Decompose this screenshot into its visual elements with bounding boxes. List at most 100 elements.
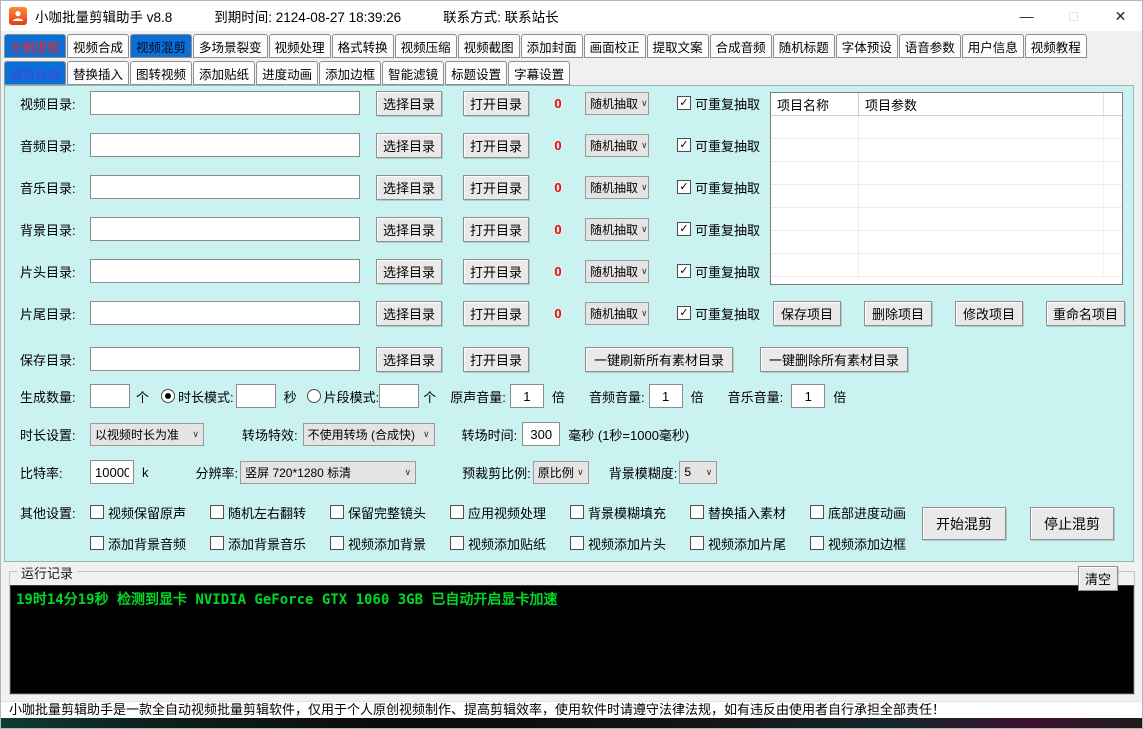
extract-mode-dropdown[interactable]: 随机抽取 ∨ <box>585 218 649 241</box>
other-setting-checkbox[interactable]: 视频添加片头 <box>570 534 690 553</box>
tab-row1-1[interactable]: 视频合成 <box>67 34 129 58</box>
extract-mode-dropdown[interactable]: 随机抽取 ∨ <box>585 302 649 325</box>
project-action-button-1[interactable]: 删除项目 <box>864 301 932 326</box>
other-setting-checkbox[interactable]: 视频添加片尾 <box>690 534 810 553</box>
select-directory-button[interactable]: 选择目录 <box>376 217 442 242</box>
directory-path-input[interactable] <box>90 301 360 325</box>
directory-path-input[interactable] <box>90 259 360 283</box>
select-directory-button[interactable]: 选择目录 <box>376 301 442 326</box>
bitrate-input[interactable] <box>90 460 134 484</box>
other-setting-checkbox[interactable]: 视频添加边框 <box>810 534 930 553</box>
project-table-row[interactable] <box>771 208 1122 231</box>
select-directory-button[interactable]: 选择目录 <box>376 91 442 116</box>
transition-dropdown[interactable]: 不使用转场 (合成快) ∨ <box>303 423 435 446</box>
directory-path-input[interactable] <box>90 175 360 199</box>
other-setting-checkbox[interactable]: 替换插入素材 <box>690 503 810 522</box>
tab-row2-8[interactable]: 字幕设置 <box>508 61 570 85</box>
tab-row1-4[interactable]: 视频处理 <box>269 34 331 58</box>
tab-row1-12[interactable]: 随机标题 <box>773 34 835 58</box>
tab-row2-0[interactable]: 混剪合成 <box>4 61 66 85</box>
select-directory-button[interactable]: 选择目录 <box>376 175 442 200</box>
stop-mix-button[interactable]: 停止混剪 <box>1030 507 1114 540</box>
tab-row1-15[interactable]: 用户信息 <box>962 34 1024 58</box>
tab-row1-0[interactable]: 分割提取 <box>4 34 66 58</box>
other-setting-checkbox[interactable]: 视频添加背景 <box>330 534 450 553</box>
open-directory-button[interactable]: 打开目录 <box>463 259 529 284</box>
tab-row1-13[interactable]: 字体预设 <box>836 34 898 58</box>
tab-row1-2[interactable]: 视频混剪 <box>130 34 192 58</box>
tab-row1-7[interactable]: 视频截图 <box>458 34 520 58</box>
other-setting-checkbox[interactable]: 保留完整镜头 <box>330 503 450 522</box>
other-setting-checkbox[interactable]: 底部进度动画 <box>810 503 930 522</box>
duration-seconds-input[interactable] <box>236 384 276 408</box>
project-table-row[interactable] <box>771 139 1122 162</box>
open-directory-button[interactable]: 打开目录 <box>463 301 529 326</box>
open-directory-button[interactable]: 打开目录 <box>463 91 529 116</box>
tab-row2-1[interactable]: 替换插入 <box>67 61 129 85</box>
allow-duplicate-checkbox[interactable]: ✓ 可重复抽取 <box>677 304 760 323</box>
select-directory-button[interactable]: 选择目录 <box>376 259 442 284</box>
tab-row1-14[interactable]: 语音参数 <box>899 34 961 58</box>
project-table-row[interactable] <box>771 116 1122 139</box>
clear-log-button[interactable]: 清空 <box>1078 566 1118 591</box>
allow-duplicate-checkbox[interactable]: ✓ 可重复抽取 <box>677 262 760 281</box>
other-setting-checkbox[interactable]: 添加背景音乐 <box>210 534 330 553</box>
duration-mode-dropdown[interactable]: 以视频时长为准 ∨ <box>90 423 204 446</box>
directory-path-input[interactable] <box>90 217 360 241</box>
audio-volume-input[interactable] <box>649 384 683 408</box>
project-action-button-3[interactable]: 重命名项目 <box>1046 301 1125 326</box>
tab-row1-3[interactable]: 多场景裂变 <box>193 34 268 58</box>
tab-row2-5[interactable]: 添加边框 <box>319 61 381 85</box>
select-save-directory-button[interactable]: 选择目录 <box>376 347 442 372</box>
tab-row2-6[interactable]: 智能滤镜 <box>382 61 444 85</box>
save-directory-input[interactable] <box>90 347 360 371</box>
minimize-button[interactable]: — <box>1003 1 1050 31</box>
project-table-row[interactable] <box>771 254 1122 277</box>
extract-mode-dropdown[interactable]: 随机抽取 ∨ <box>585 92 649 115</box>
tab-row2-3[interactable]: 添加贴纸 <box>193 61 255 85</box>
tab-row2-4[interactable]: 进度动画 <box>256 61 318 85</box>
project-action-button-2[interactable]: 修改项目 <box>955 301 1023 326</box>
precut-ratio-dropdown[interactable]: 原比例 ∨ <box>533 461 589 484</box>
other-setting-checkbox[interactable]: 添加背景音频 <box>90 534 210 553</box>
start-mix-button[interactable]: 开始混剪 <box>922 507 1006 540</box>
directory-path-input[interactable] <box>90 91 360 115</box>
tab-row1-9[interactable]: 画面校正 <box>584 34 646 58</box>
open-directory-button[interactable]: 打开目录 <box>463 217 529 242</box>
segment-count-input[interactable] <box>379 384 419 408</box>
other-setting-checkbox[interactable]: 背景模糊填充 <box>570 503 690 522</box>
project-table-row[interactable] <box>771 162 1122 185</box>
segment-mode-radio[interactable] <box>307 389 321 403</box>
contact-label[interactable]: 联系方式: 联系站长 <box>443 6 559 26</box>
refresh-all-materials-button[interactable]: 一键刷新所有素材目录 <box>585 347 733 372</box>
tab-row1-5[interactable]: 格式转换 <box>332 34 394 58</box>
open-save-directory-button[interactable]: 打开目录 <box>463 347 529 372</box>
allow-duplicate-checkbox[interactable]: ✓ 可重复抽取 <box>677 220 760 239</box>
project-action-button-0[interactable]: 保存项目 <box>773 301 841 326</box>
tab-row1-10[interactable]: 提取文案 <box>647 34 709 58</box>
log-console[interactable]: 19时14分19秒 检测到显卡 NVIDIA GeForce GTX 1060 … <box>10 585 1134 694</box>
other-setting-checkbox[interactable]: 视频添加贴纸 <box>450 534 570 553</box>
tab-row1-16[interactable]: 视频教程 <box>1025 34 1087 58</box>
tab-row1-8[interactable]: 添加封面 <box>521 34 583 58</box>
directory-path-input[interactable] <box>90 133 360 157</box>
allow-duplicate-checkbox[interactable]: ✓ 可重复抽取 <box>677 136 760 155</box>
allow-duplicate-checkbox[interactable]: ✓ 可重复抽取 <box>677 178 760 197</box>
other-setting-checkbox[interactable]: 应用视频处理 <box>450 503 570 522</box>
transition-time-input[interactable] <box>522 422 560 446</box>
select-directory-button[interactable]: 选择目录 <box>376 133 442 158</box>
project-table-row[interactable] <box>771 231 1122 254</box>
tab-row2-7[interactable]: 标题设置 <box>445 61 507 85</box>
allow-duplicate-checkbox[interactable]: ✓ 可重复抽取 <box>677 94 760 113</box>
close-button[interactable]: ✕ <box>1097 1 1143 31</box>
project-table-row[interactable] <box>771 185 1122 208</box>
background-blur-dropdown[interactable]: 5 ∨ <box>679 461 717 484</box>
tab-row1-11[interactable]: 合成音频 <box>710 34 772 58</box>
open-directory-button[interactable]: 打开目录 <box>463 175 529 200</box>
duration-mode-radio[interactable] <box>161 389 175 403</box>
extract-mode-dropdown[interactable]: 随机抽取 ∨ <box>585 176 649 199</box>
project-table[interactable]: 项目名称 项目参数 <box>770 92 1123 285</box>
maximize-button[interactable]: □ <box>1050 1 1097 31</box>
original-volume-input[interactable] <box>510 384 544 408</box>
extract-mode-dropdown[interactable]: 随机抽取 ∨ <box>585 260 649 283</box>
